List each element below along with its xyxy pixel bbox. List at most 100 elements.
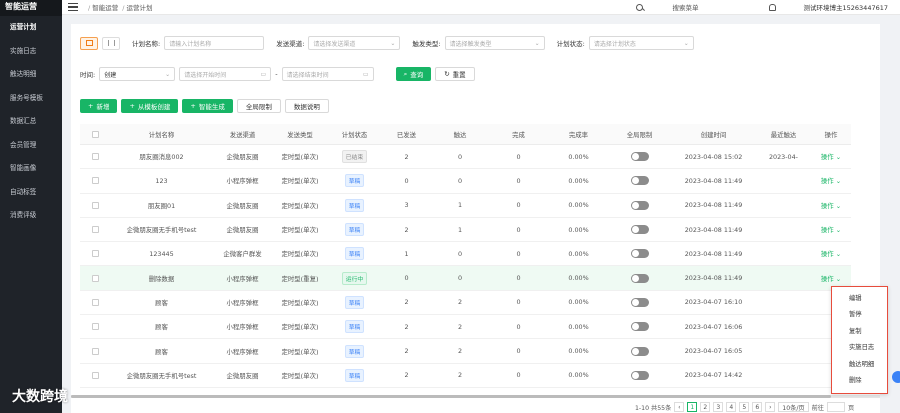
table-row[interactable]: 123 小程序弹框 定时型(单次) 草稿 0 0 0 0.00% 2023-04-08 11:4… (80, 169, 851, 194)
page-button[interactable]: 3 (713, 402, 724, 412)
page-size-select[interactable]: 10条/页 (778, 402, 809, 412)
table-cell-sent: 0 (404, 176, 409, 185)
global-limit-toggle[interactable] (630, 200, 649, 210)
page-button[interactable]: 5 (739, 402, 750, 412)
global-limit-toggle[interactable] (630, 370, 649, 380)
row-operation-link[interactable]: 操作 (821, 226, 834, 234)
row-checkbox[interactable] (91, 371, 99, 379)
page-button[interactable]: 2 (700, 402, 711, 412)
from-template-button[interactable]: + 从模板创建 (121, 99, 179, 113)
list-view-button[interactable] (80, 36, 98, 50)
breadcrumb-item[interactable]: 智能运营 (92, 4, 118, 12)
row-checkbox[interactable] (91, 323, 99, 331)
row-checkbox[interactable] (91, 201, 99, 209)
table-row[interactable]: 顾客 小程序弹框 定时型(单次) 草稿 2 2 0 0.00% 2023-04-07 16:10 (80, 291, 851, 316)
table-body: 朋友圈消息002 企微朋友圈 定时型(单次) 已结束 2 0 0 0.00% 2023-04-0… (80, 145, 851, 388)
table-cell-sent: 2 (404, 322, 409, 331)
global-limit-toggle[interactable] (630, 297, 649, 307)
prev-page-icon[interactable]: ‹ (674, 402, 685, 412)
row-operation-link[interactable]: 操作 (821, 202, 834, 210)
global-limit-toggle[interactable] (630, 176, 649, 186)
menu-item-copy[interactable]: 复制 (832, 324, 887, 340)
row-operation-link[interactable]: 操作 (821, 153, 834, 161)
smart-generate-button[interactable]: + 智能生成 (182, 99, 233, 113)
card-view-button[interactable] (102, 36, 120, 50)
menu-toggle-icon[interactable] (68, 3, 78, 11)
data-desc-button[interactable]: 数据说明 (284, 99, 329, 113)
global-limit-toggle[interactable] (630, 322, 649, 332)
new-button[interactable]: + 新增 (80, 99, 118, 113)
sidebar-item-service-template[interactable]: 服务号模板 (0, 87, 62, 111)
global-limit-toggle[interactable] (630, 152, 649, 162)
row-checkbox[interactable] (91, 226, 99, 234)
time-type-select[interactable]: 创建 ⌄ (99, 67, 176, 81)
global-limit-toggle[interactable] (630, 346, 649, 356)
query-button[interactable]: ⌕ 查询 (395, 67, 432, 81)
sidebar-item-member-management[interactable]: 会员管理 (0, 134, 62, 158)
menu-item-delete[interactable]: 删除 (832, 373, 887, 389)
trigger-select[interactable]: 请选择触发类型 ⌄ (444, 36, 545, 50)
table-row[interactable]: 朋友圈01 企微朋友圈 定时型(单次) 草稿 3 1 0 0.00% 2023-04-08 11… (80, 194, 851, 218)
search-icon[interactable] (635, 3, 643, 11)
sidebar-item-operation-plan[interactable]: 运营计划 (0, 16, 62, 40)
page-button[interactable]: 6 (752, 402, 763, 412)
sidebar-item-consumption-rating[interactable]: 消费评级 (0, 204, 62, 228)
table-row[interactable]: 朋友圈消息002 企微朋友圈 定时型(单次) 已结束 2 0 0 0.00% 2023-04-0… (80, 145, 851, 170)
page-button[interactable]: 4 (726, 402, 737, 412)
help-fab-icon[interactable] (892, 371, 900, 383)
row-operation-link[interactable]: 操作 (821, 250, 834, 258)
sidebar-item-execution-log[interactable]: 实施日志 (0, 40, 62, 64)
row-operation-link[interactable]: 操作 (821, 275, 834, 283)
row-checkbox[interactable] (91, 250, 99, 258)
next-page-icon[interactable]: › (765, 402, 776, 412)
table-row[interactable]: 企微朋友圈无手机号test 企微朋友圈 定时型(单次) 草稿 2 2 0 0.00% 2023-… (80, 364, 851, 388)
row-checkbox[interactable] (91, 347, 99, 355)
bell-icon[interactable] (768, 3, 776, 11)
global-limit-toggle[interactable] (630, 225, 649, 235)
menu-item-edit[interactable]: 编辑 (832, 291, 887, 307)
horizontal-scrollbar[interactable] (71, 395, 880, 398)
table-cell-created: 2023-04-08 15:02 (684, 152, 743, 161)
user-name[interactable]: 测试环境博主15263447617 (804, 2, 889, 12)
global-limit-toggle[interactable] (630, 273, 649, 283)
end-time-input[interactable]: 请选择结束时间 ▭ (281, 67, 374, 81)
status-select[interactable]: 请选择计划状态 ⌄ (588, 36, 694, 50)
global-limit-button[interactable]: 全局限制 (236, 99, 281, 113)
table-row[interactable]: 删除数据 小程序弹框 定时型(重复) 运行中 0 0 0 0.00% 2023-04-08 11… (80, 266, 851, 291)
table-row[interactable]: 企微朋友圈无手机号test 企微朋友圈 定时型(单次) 草稿 2 1 0 0.00% 2023-… (80, 218, 851, 243)
menu-item-pause[interactable]: 暂停 (832, 307, 887, 323)
col-header: 发送类型 (287, 130, 313, 139)
row-checkbox[interactable] (91, 153, 99, 161)
channel-select[interactable]: 请选择发送渠道 ⌄ (308, 36, 401, 50)
plan-name-input[interactable]: 请输入计划名称 (164, 36, 265, 50)
row-checkbox[interactable] (91, 177, 99, 185)
scrollbar-thumb[interactable] (71, 395, 831, 398)
start-time-input[interactable]: 请选择开始时间 ▭ (179, 67, 272, 81)
row-checkbox[interactable] (91, 298, 99, 306)
row-operation-link[interactable]: 操作 (821, 177, 834, 185)
table-row[interactable]: 123445 企微客户群发 定时型(单次) 草稿 1 0 0 0.00% 2023-04-08 … (80, 242, 851, 267)
chevron-down-icon: ⌄ (833, 250, 842, 259)
table-row[interactable]: 顾客 小程序弹框 定时型(单次) 草稿 2 2 0 0.00% 2023-04-07 16:06 (80, 315, 851, 340)
page-jump-input[interactable] (826, 402, 845, 412)
menu-item-reach-detail[interactable]: 触达明细 (832, 357, 887, 373)
pagination: 1-10 共55条 ‹ 1 2 3 4 5 6 › 10条/页 前往 页 (635, 402, 854, 412)
table-cell-rate: 0.00% (568, 201, 589, 210)
table-row[interactable]: 顾客 小程序弹框 定时型(单次) 草稿 2 2 0 0.00% 2023-04-07 16:05 (80, 339, 851, 364)
status-badge: 草稿 (344, 174, 365, 188)
menu-item-execution-log[interactable]: 实施日志 (832, 340, 887, 356)
page-button[interactable]: 1 (687, 402, 698, 412)
sidebar-item-smart-portrait[interactable]: 智能画像 (0, 157, 62, 181)
row-checkbox[interactable] (91, 274, 99, 282)
time-type-value: 创建 (104, 71, 117, 79)
watermark-logo: 大数跨境 (12, 389, 68, 405)
sidebar-item-auto-tag[interactable]: 自动标签 (0, 181, 62, 205)
reset-button[interactable]: ↻ 重置 (435, 67, 475, 81)
table-cell-channel: 小程序弹框 (226, 274, 259, 283)
menu-search[interactable]: 搜索菜单 (673, 2, 699, 12)
global-limit-toggle[interactable] (630, 249, 649, 259)
chevron-down-icon: ⌄ (833, 201, 842, 210)
sidebar-item-data-summary[interactable]: 数据汇总 (0, 110, 62, 134)
sidebar-item-reach-detail[interactable]: 触达明细 (0, 63, 62, 87)
select-all-checkbox[interactable] (91, 130, 99, 138)
